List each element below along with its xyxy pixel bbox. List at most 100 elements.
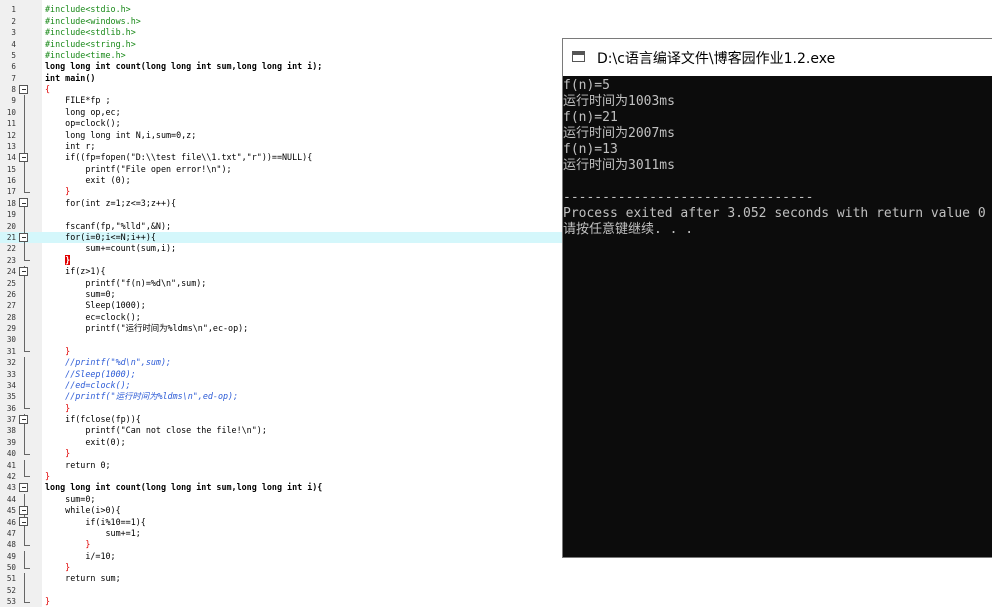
code-text: #include<stdio.h>: [45, 4, 131, 15]
console-output[interactable]: f(n)=5 运行时间为1003ms f(n)=21 运行时间为2007ms f(n)=…: [563, 76, 992, 557]
fold-guide: [18, 584, 32, 597]
fold-toggle-icon[interactable]: [18, 505, 32, 517]
code-text: long long int count(long long int sum,lo…: [45, 482, 323, 493]
code-line[interactable]: 1 #include<stdio.h>: [0, 4, 992, 15]
code-text: printf("f(n)=%d\n",sum);: [45, 277, 207, 288]
line-number: 53: [6, 597, 16, 607]
code-text: op=clock();: [45, 118, 121, 129]
fold-toggle-icon[interactable]: [18, 197, 32, 210]
code-text: return sum;: [45, 573, 121, 584]
line-number: 23: [6, 255, 16, 265]
fold-guide: [18, 220, 32, 232]
fold-guide: [18, 459, 32, 471]
fold-guide: [18, 186, 32, 197]
code-text: //printf("运行时间为%ldms\n",ed-op);: [45, 391, 239, 402]
console-output-line: 运行时间为3011ms: [563, 158, 675, 173]
fold-guide: [18, 470, 32, 482]
line-number: 13: [6, 141, 16, 151]
fold-guide: [18, 175, 32, 187]
line-number: 25: [6, 278, 16, 288]
code-text: //Sleep(1000);: [45, 368, 136, 379]
fold-guide: [18, 140, 32, 153]
line-number: 9: [11, 96, 16, 106]
line-number: 6: [11, 62, 16, 72]
fold-toggle-icon[interactable]: [18, 516, 32, 528]
code-text: exit(0);: [45, 436, 126, 447]
line-number: 35: [6, 392, 16, 402]
code-line[interactable]: 3 #include<stdlib.h>: [0, 27, 992, 38]
code-text: fscanf(fp,"%lld",&N);: [45, 220, 172, 231]
console-titlebar[interactable]: D:\c语言编译文件\博客园作业1.2.exe: [563, 39, 992, 76]
fold-guide: [18, 368, 32, 380]
fold-toggle-icon[interactable]: [18, 84, 32, 95]
code-line[interactable]: 53}: [0, 596, 992, 607]
fold-guide: [18, 106, 32, 119]
console-title: D:\c语言编译文件\博客园作业1.2.exe: [597, 51, 836, 67]
code-text: long op,ec;: [45, 106, 121, 117]
fold-guide: [18, 254, 32, 266]
line-number: 12: [6, 130, 16, 140]
fold-guide: [18, 50, 32, 61]
code-text: {: [45, 84, 51, 95]
fold-guide: [18, 61, 32, 72]
code-text: printf("运行时间为%ldms\n",ec-op);: [45, 323, 249, 334]
code-text: long long int N,i,sum=0,z;: [45, 129, 197, 140]
fold-guide: [18, 391, 32, 403]
console-window[interactable]: D:\c语言编译文件\博客园作业1.2.exe f(n)=5 运行时间为1003m…: [562, 38, 992, 558]
code-text: //printf("%d\n",sum);: [45, 357, 172, 368]
fold-guide: [18, 539, 32, 550]
line-number: 44: [6, 494, 16, 504]
code-text: }: [45, 186, 71, 197]
fold-guide: [18, 163, 32, 176]
line-number: 38: [6, 426, 16, 436]
fold-toggle-icon[interactable]: [18, 482, 32, 493]
line-number: 37: [6, 415, 16, 425]
code-line[interactable]: 50 }: [0, 562, 992, 573]
line-number: 3: [11, 28, 16, 38]
fold-guide: [18, 345, 32, 357]
line-number: 45: [6, 506, 16, 516]
code-line[interactable]: 2 #include<windows.h>: [0, 16, 992, 27]
code-line[interactable]: 51 return sum;: [0, 573, 992, 585]
code-text: sum=0;: [45, 288, 116, 299]
line-number: 5: [11, 50, 16, 60]
code-text: #include<stdlib.h>: [45, 27, 136, 38]
fold-guide: [18, 550, 32, 563]
code-text: printf("File open error!\n");: [45, 163, 232, 174]
fold-toggle-icon[interactable]: [18, 266, 32, 278]
code-text: if((fp=fopen("D:\\test file\\1.txt","r")…: [45, 152, 313, 163]
line-number: 15: [6, 164, 16, 174]
code-text: #include<time.h>: [45, 49, 126, 60]
line-number: 22: [6, 244, 16, 254]
line-number: 4: [11, 39, 16, 49]
fold-toggle-icon[interactable]: [18, 232, 32, 244]
fold-guide: [18, 4, 32, 15]
console-output-line: f(n)=13: [563, 142, 618, 157]
line-number: 14: [6, 153, 16, 163]
code-line[interactable]: 52: [0, 584, 992, 597]
fold-guide: [18, 27, 32, 38]
code-text: sum+=1;: [45, 527, 141, 538]
line-number: 27: [6, 301, 16, 311]
bracket-match-marker: }: [65, 254, 71, 265]
fold-guide: [18, 118, 32, 130]
code-text: if(z>1){: [45, 266, 106, 277]
console-output-line: f(n)=5: [563, 78, 610, 93]
fold-guide: [18, 402, 32, 414]
code-text: for(i=0;i<=N;i++){: [45, 232, 156, 242]
line-number: 30: [6, 335, 16, 345]
fold-toggle-icon[interactable]: [18, 152, 32, 164]
fold-guide: [18, 243, 32, 255]
line-number: 31: [6, 346, 16, 356]
line-number: 46: [6, 517, 16, 527]
line-number: 21: [6, 233, 16, 242]
line-number: 39: [6, 437, 16, 447]
fold-guide: [18, 573, 32, 585]
console-output-line: 运行时间为1003ms: [563, 94, 675, 109]
line-number: 7: [11, 73, 16, 83]
fold-toggle-icon[interactable]: [18, 414, 32, 426]
fold-guide: [18, 277, 32, 289]
fold-guide: [18, 493, 32, 506]
code-text: printf("Can not close the file!\n");: [45, 425, 267, 436]
fold-guide: [18, 357, 32, 369]
